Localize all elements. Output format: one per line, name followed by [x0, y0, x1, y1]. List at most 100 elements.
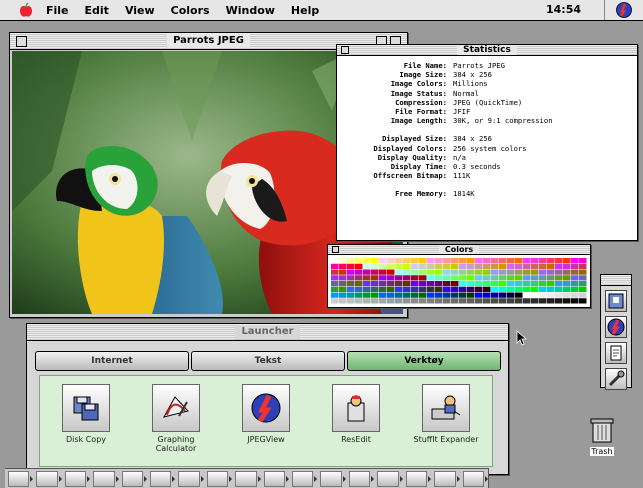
palette-swatch[interactable] [547, 258, 555, 264]
launcher-item-graphing-calculator[interactable]: Graphing Calculator [136, 384, 216, 453]
palette-swatch[interactable] [459, 281, 467, 287]
palette-swatch[interactable] [387, 275, 395, 281]
palette-swatch[interactable] [363, 292, 371, 298]
palette-swatch[interactable] [467, 258, 475, 264]
palette-swatch[interactable] [371, 298, 379, 304]
palette-swatch[interactable] [563, 275, 571, 281]
launcher-item-resedit[interactable]: ResEdit [316, 384, 396, 444]
palette-swatch[interactable] [515, 292, 523, 298]
apple-icon[interactable] [18, 2, 36, 17]
palette-swatch[interactable] [403, 275, 411, 281]
palette-swatch[interactable] [483, 275, 491, 281]
palette-swatch[interactable] [403, 263, 411, 269]
palette-swatch[interactable] [531, 269, 539, 275]
palette-swatch[interactable] [547, 275, 555, 281]
palette-swatch[interactable] [491, 292, 499, 298]
palette-swatch[interactable] [427, 292, 435, 298]
palette-swatch[interactable] [347, 298, 355, 304]
palette-swatch[interactable] [507, 275, 515, 281]
palette-swatch[interactable] [331, 275, 339, 281]
palette-swatch[interactable] [419, 258, 427, 264]
palette-swatch[interactable] [395, 269, 403, 275]
palette-swatch[interactable] [555, 263, 563, 269]
jpegview-app-icon[interactable] [615, 1, 633, 19]
menu-help[interactable]: Help [291, 4, 319, 17]
palette-swatch[interactable] [379, 286, 387, 292]
palette-swatch[interactable] [435, 281, 443, 287]
palette-swatch[interactable] [427, 258, 435, 264]
palette-swatch[interactable] [515, 263, 523, 269]
palette-swatch[interactable] [547, 292, 555, 298]
palette-swatch[interactable] [563, 292, 571, 298]
launcher-item-jpegview[interactable]: JPEGView [226, 384, 306, 444]
palette-swatch[interactable] [347, 281, 355, 287]
palette-swatch[interactable] [531, 281, 539, 287]
palette-swatch[interactable] [435, 263, 443, 269]
control-strip-module-4[interactable] [93, 470, 115, 487]
palette-swatch[interactable] [443, 263, 451, 269]
palette-swatch[interactable] [339, 298, 347, 304]
palette-swatch[interactable] [355, 281, 363, 287]
palette-swatch[interactable] [523, 292, 531, 298]
color-palette[interactable] [331, 258, 587, 304]
palette-swatch[interactable] [483, 281, 491, 287]
palette-swatch[interactable] [539, 292, 547, 298]
palette-swatch[interactable] [459, 292, 467, 298]
palette-swatch[interactable] [547, 263, 555, 269]
palette-swatch[interactable] [523, 258, 531, 264]
palette-swatch[interactable] [515, 258, 523, 264]
palette-swatch[interactable] [539, 281, 547, 287]
palette-swatch[interactable] [579, 286, 587, 292]
palette-swatch[interactable] [555, 275, 563, 281]
palette-swatch[interactable] [395, 281, 403, 287]
palette-swatch[interactable] [523, 286, 531, 292]
palette-swatch[interactable] [395, 292, 403, 298]
palette-swatch[interactable] [395, 258, 403, 264]
palette-swatch[interactable] [579, 263, 587, 269]
control-strip-module-13[interactable] [348, 470, 371, 487]
control-strip-module-10[interactable] [263, 470, 286, 487]
palette-swatch[interactable] [571, 298, 579, 304]
palette-swatch[interactable] [355, 263, 363, 269]
palette-swatch[interactable] [515, 269, 523, 275]
palette-swatch[interactable] [451, 275, 459, 281]
palette-swatch[interactable] [363, 258, 371, 264]
palette-swatch[interactable] [419, 281, 427, 287]
palette-swatch[interactable] [555, 286, 563, 292]
palette-swatch[interactable] [579, 275, 587, 281]
palette-swatch[interactable] [539, 286, 547, 292]
palette-swatch[interactable] [403, 281, 411, 287]
palette-swatch[interactable] [443, 275, 451, 281]
palette-swatch[interactable] [379, 292, 387, 298]
palette-swatch[interactable] [531, 275, 539, 281]
palette-swatch[interactable] [355, 275, 363, 281]
palette-swatch[interactable] [499, 292, 507, 298]
palette-swatch[interactable] [475, 281, 483, 287]
palette-swatch[interactable] [403, 286, 411, 292]
control-strip-module-5[interactable] [121, 470, 144, 487]
palette-swatch[interactable] [491, 269, 499, 275]
palette-swatch[interactable] [363, 286, 371, 292]
control-strip-module-17[interactable] [462, 470, 484, 487]
palette-swatch[interactable] [371, 275, 379, 281]
palette-swatch[interactable] [403, 269, 411, 275]
palette-swatch[interactable] [499, 269, 507, 275]
palette-swatch[interactable] [403, 292, 411, 298]
palette-swatch[interactable] [363, 275, 371, 281]
palette-swatch[interactable] [563, 298, 571, 304]
palette-swatch[interactable] [331, 281, 339, 287]
palette-swatch[interactable] [411, 298, 419, 304]
menubar-clock[interactable]: 14:54 [546, 3, 581, 16]
palette-swatch[interactable] [467, 292, 475, 298]
palette-swatch[interactable] [347, 263, 355, 269]
menu-colors[interactable]: Colors [171, 4, 210, 17]
palette-swatch[interactable] [491, 298, 499, 304]
palette-swatch[interactable] [395, 298, 403, 304]
palette-swatch[interactable] [499, 275, 507, 281]
palette-swatch[interactable] [531, 292, 539, 298]
palette-swatch[interactable] [387, 286, 395, 292]
stuffit-expander-icon[interactable] [422, 384, 470, 432]
jpegview-icon[interactable] [242, 384, 290, 432]
palette-swatch[interactable] [419, 286, 427, 292]
palette-swatch[interactable] [331, 286, 339, 292]
